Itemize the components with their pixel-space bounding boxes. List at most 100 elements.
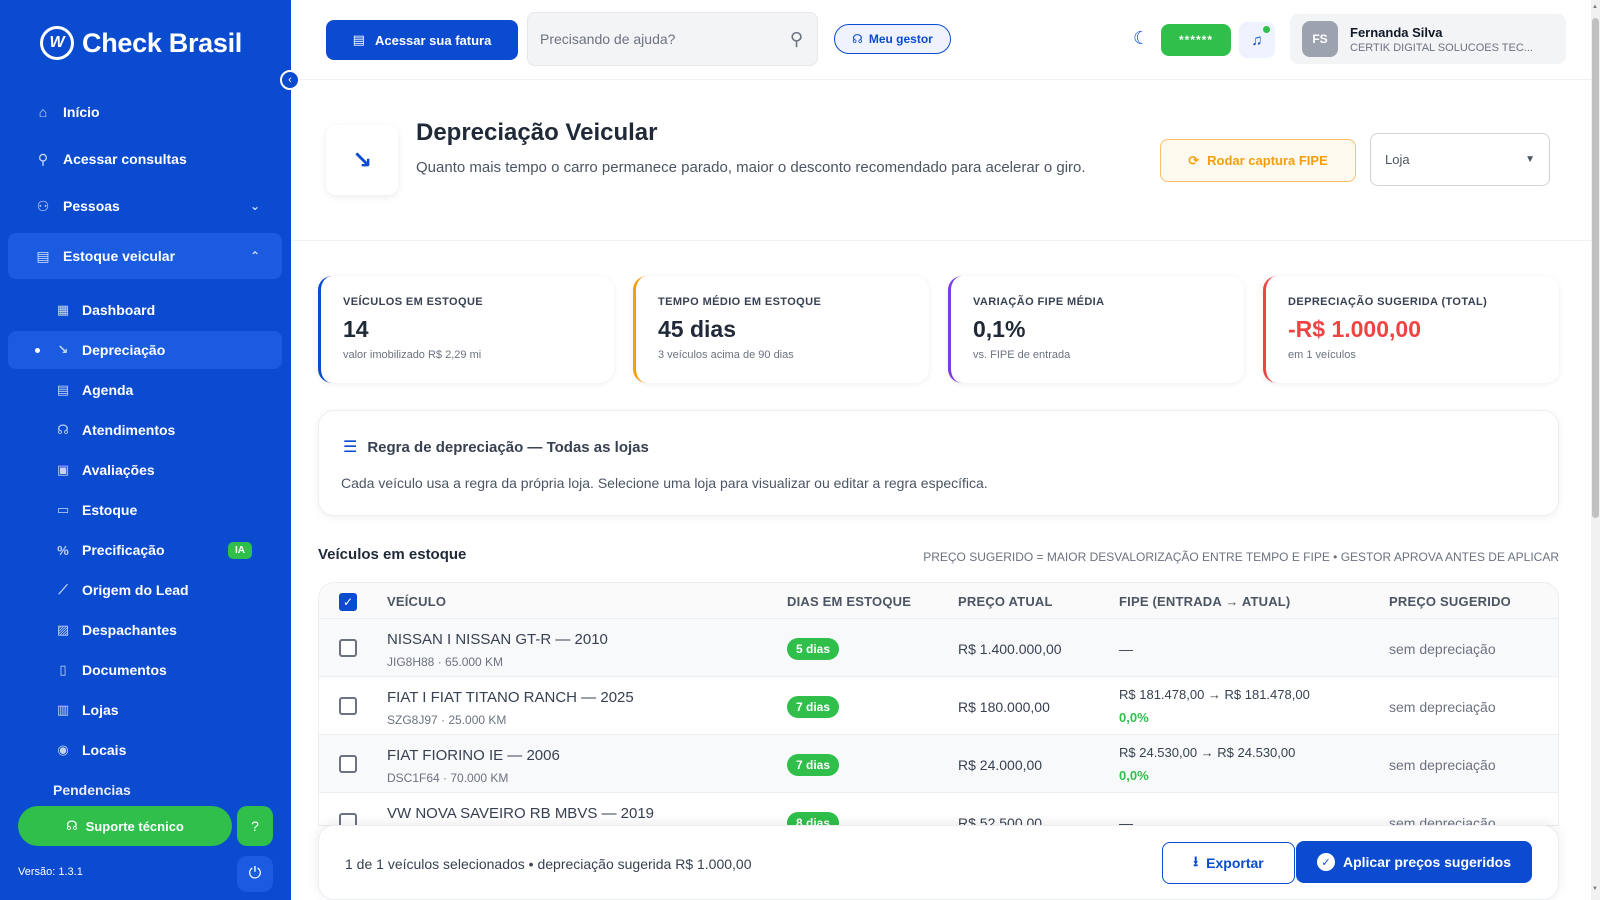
column-header-days[interactable]: DIAS EM ESTOQUE bbox=[787, 594, 911, 609]
sidebar-item-pessoas[interactable]: ⚇ Pessoas ⌄ bbox=[8, 186, 282, 226]
logout-button[interactable]: ⏻ bbox=[237, 856, 273, 892]
table-row[interactable]: FIAT I FIAT TITANO RANCH — 2025 SZG8J97 … bbox=[319, 677, 1558, 735]
user-organization: CERTIK DIGITAL SOLUCOES TEC... bbox=[1350, 41, 1533, 54]
vehicle-meta: SZG8J97 · 25.000 KM bbox=[387, 713, 507, 727]
sidebar-item-avaliacoes[interactable]: ▣ Avaliações bbox=[8, 451, 282, 489]
depreciation-rule-card: ☰ Regra de depreciação — Todas as lojas … bbox=[318, 410, 1559, 516]
select-all-checkbox[interactable]: ✓ bbox=[339, 593, 357, 611]
export-label: Exportar bbox=[1206, 855, 1264, 871]
row-checkbox[interactable] bbox=[339, 697, 357, 715]
active-dot bbox=[35, 347, 40, 353]
vehicle-name: NISSAN I NISSAN GT-R — 2010 bbox=[387, 631, 608, 648]
trend-down-icon: ↘ bbox=[326, 125, 398, 195]
headset-icon: ☊ bbox=[852, 32, 863, 46]
sidebar-item-locais[interactable]: ◉ Locais bbox=[8, 731, 282, 769]
page-scrollbar[interactable]: ▲ ▼ bbox=[1591, 0, 1600, 900]
brand-logo[interactable]: W Check Brasil bbox=[40, 26, 242, 60]
table-row[interactable]: NISSAN I NISSAN GT-R — 2010 JIG8H88 · 65… bbox=[319, 619, 1558, 677]
user-menu[interactable]: FS Fernanda Silva CERTIK DIGITAL SOLUCOE… bbox=[1290, 14, 1566, 64]
column-header-suggested[interactable]: PREÇO SUGERIDO bbox=[1389, 594, 1511, 609]
export-button[interactable]: ⭳ Exportar bbox=[1162, 842, 1295, 884]
sidebar-item-precificacao[interactable]: % Precificação IA bbox=[8, 531, 282, 569]
download-icon: ⭳ bbox=[1193, 853, 1199, 869]
support-button[interactable]: ☊ Suporte técnico bbox=[18, 806, 232, 846]
fipe-variation: 0,0% bbox=[1119, 710, 1149, 725]
days-badge: 7 dias bbox=[787, 754, 840, 776]
days-badge: 7 dias bbox=[787, 696, 840, 718]
help-icon: ? bbox=[251, 818, 259, 834]
chevron-down-icon: ⌄ bbox=[249, 199, 260, 213]
refresh-icon: ⟳ bbox=[1188, 152, 1200, 168]
column-header-fipe[interactable]: FIPE (ENTRADA → ATUAL) bbox=[1119, 594, 1290, 609]
sidebar-item-consultas[interactable]: ⚲ Acessar consultas bbox=[8, 139, 282, 179]
sidebar-item-documentos[interactable]: ▯ Documentos bbox=[8, 651, 282, 689]
check-circle-icon: ✓ bbox=[1316, 853, 1335, 871]
sidebar-item-pendencias[interactable]: Pendencias bbox=[8, 782, 282, 796]
invoice-button-label: Acessar sua fatura bbox=[374, 32, 492, 48]
sidebar: W Check Brasil ⌂ Início ⚲ Acessar consul… bbox=[0, 0, 291, 900]
stat-label: TEMPO MÉDIO EM ESTOQUE bbox=[658, 296, 822, 308]
logo-mark-icon: W bbox=[40, 26, 74, 60]
chart-line-icon: ⟋ bbox=[58, 582, 68, 597]
scroll-up-icon[interactable]: ▲ bbox=[1592, 4, 1598, 10]
document-icon: ▤ bbox=[352, 32, 365, 47]
sidebar-item-inicio[interactable]: ⌂ Início bbox=[8, 92, 282, 132]
manager-button-label: Meu gestor bbox=[868, 32, 933, 46]
current-price: R$ 1.400.000,00 bbox=[958, 641, 1062, 657]
home-icon: ⌂ bbox=[38, 104, 48, 120]
trend-down-icon: ↘ bbox=[57, 342, 69, 357]
sidebar-item-dashboard[interactable]: ▦ Dashboard bbox=[8, 291, 282, 329]
help-button[interactable]: ? bbox=[237, 806, 273, 846]
sidebar-item-depreciacao[interactable]: ↘ Depreciação bbox=[8, 331, 282, 369]
sidebar-item-agenda[interactable]: ▤ Agenda bbox=[8, 371, 282, 409]
sidebar-item-estoque[interactable]: ▭ Estoque bbox=[8, 491, 282, 529]
fipe-value: — bbox=[1119, 641, 1133, 657]
notifications-button[interactable]: ♫ bbox=[1239, 22, 1275, 58]
run-fipe-capture-button[interactable]: ⟳ Rodar captura FIPE bbox=[1160, 139, 1356, 182]
stat-card-suggested-depreciation: DEPRECIAÇÃO SUGERIDA (TOTAL) -R$ 1.000,0… bbox=[1263, 276, 1559, 383]
sidebar-item-label: Pendencias bbox=[53, 782, 131, 796]
column-header-vehicle[interactable]: VEÍCULO bbox=[387, 594, 446, 609]
apply-suggested-prices-button[interactable]: ✓ Aplicar preços sugeridos bbox=[1296, 841, 1532, 883]
sidebar-item-atendimentos[interactable]: ☊ Atendimentos bbox=[8, 411, 282, 449]
masked-balance-badge[interactable]: ****** bbox=[1161, 24, 1231, 56]
selection-action-bar: 1 de 1 veículos selecionados • depreciaç… bbox=[318, 825, 1559, 900]
manager-button[interactable]: ☊ Meu gestor bbox=[834, 24, 951, 54]
sidebar-item-label: Depreciação bbox=[82, 342, 166, 358]
support-label: Suporte técnico bbox=[85, 818, 184, 834]
scroll-thumb[interactable] bbox=[1592, 18, 1599, 518]
vehicles-table: ✓ VEÍCULO DIAS EM ESTOQUE PREÇO ATUAL FI… bbox=[318, 582, 1559, 826]
vehicle-name: FIAT I FIAT TITANO RANCH — 2025 bbox=[387, 689, 634, 706]
power-icon: ⏻ bbox=[248, 865, 262, 882]
help-search-input[interactable]: Precisando de ajuda? ⚲ bbox=[527, 12, 818, 66]
store-select[interactable]: Loja ▼ bbox=[1370, 133, 1550, 186]
vehicle-name: FIAT FIORINO IE — 2006 bbox=[387, 747, 560, 764]
sidebar-item-despachantes[interactable]: ▨ Despachantes bbox=[8, 611, 282, 649]
sidebar-item-label: Início bbox=[63, 104, 100, 120]
notification-dot bbox=[1263, 26, 1270, 33]
sidebar-item-origem-lead[interactable]: ⟋ Origem do Lead bbox=[8, 571, 282, 609]
stat-card-avg-time: TEMPO MÉDIO EM ESTOQUE 45 dias 3 veículo… bbox=[633, 276, 929, 383]
dark-mode-toggle-icon[interactable]: ☾ bbox=[1133, 28, 1149, 49]
scroll-down-icon[interactable]: ▼ bbox=[1592, 886, 1598, 892]
people-icon: ⚇ bbox=[36, 197, 50, 214]
sidebar-collapse-button[interactable]: ‹ bbox=[280, 70, 300, 90]
vehicle-meta: JIG8H88 · 65.000 KM bbox=[387, 655, 504, 669]
row-checkbox[interactable] bbox=[339, 639, 357, 657]
sidebar-item-estoque-veicular[interactable]: ▤ Estoque veicular ⌃ bbox=[8, 233, 282, 279]
row-checkbox[interactable] bbox=[339, 755, 357, 773]
column-header-price[interactable]: PREÇO ATUAL bbox=[958, 594, 1053, 609]
table-row[interactable]: VW NOVA SAVEIRO RB MBVS — 2019 8 dias R$… bbox=[319, 793, 1558, 825]
headset-icon: ☊ bbox=[57, 422, 69, 437]
ia-badge: IA bbox=[228, 541, 252, 559]
invoice-button[interactable]: ▤ Acessar sua fatura bbox=[326, 20, 518, 60]
sidebar-item-lojas[interactable]: ▥ Lojas bbox=[8, 691, 282, 729]
vehicles-section-title: Veículos em estoque bbox=[318, 546, 467, 563]
store-icon: ▥ bbox=[56, 702, 70, 717]
sidebar-item-label: Despachantes bbox=[82, 622, 177, 638]
rule-title: ☰ Regra de depreciação — Todas as lojas bbox=[343, 437, 649, 457]
table-row[interactable]: FIAT FIORINO IE — 2006 DSC1F64 · 70.000 … bbox=[319, 735, 1558, 793]
clipboard-icon: ▣ bbox=[56, 462, 70, 477]
search-icon[interactable]: ⚲ bbox=[790, 29, 803, 50]
chevron-left-icon: ‹ bbox=[288, 74, 292, 86]
